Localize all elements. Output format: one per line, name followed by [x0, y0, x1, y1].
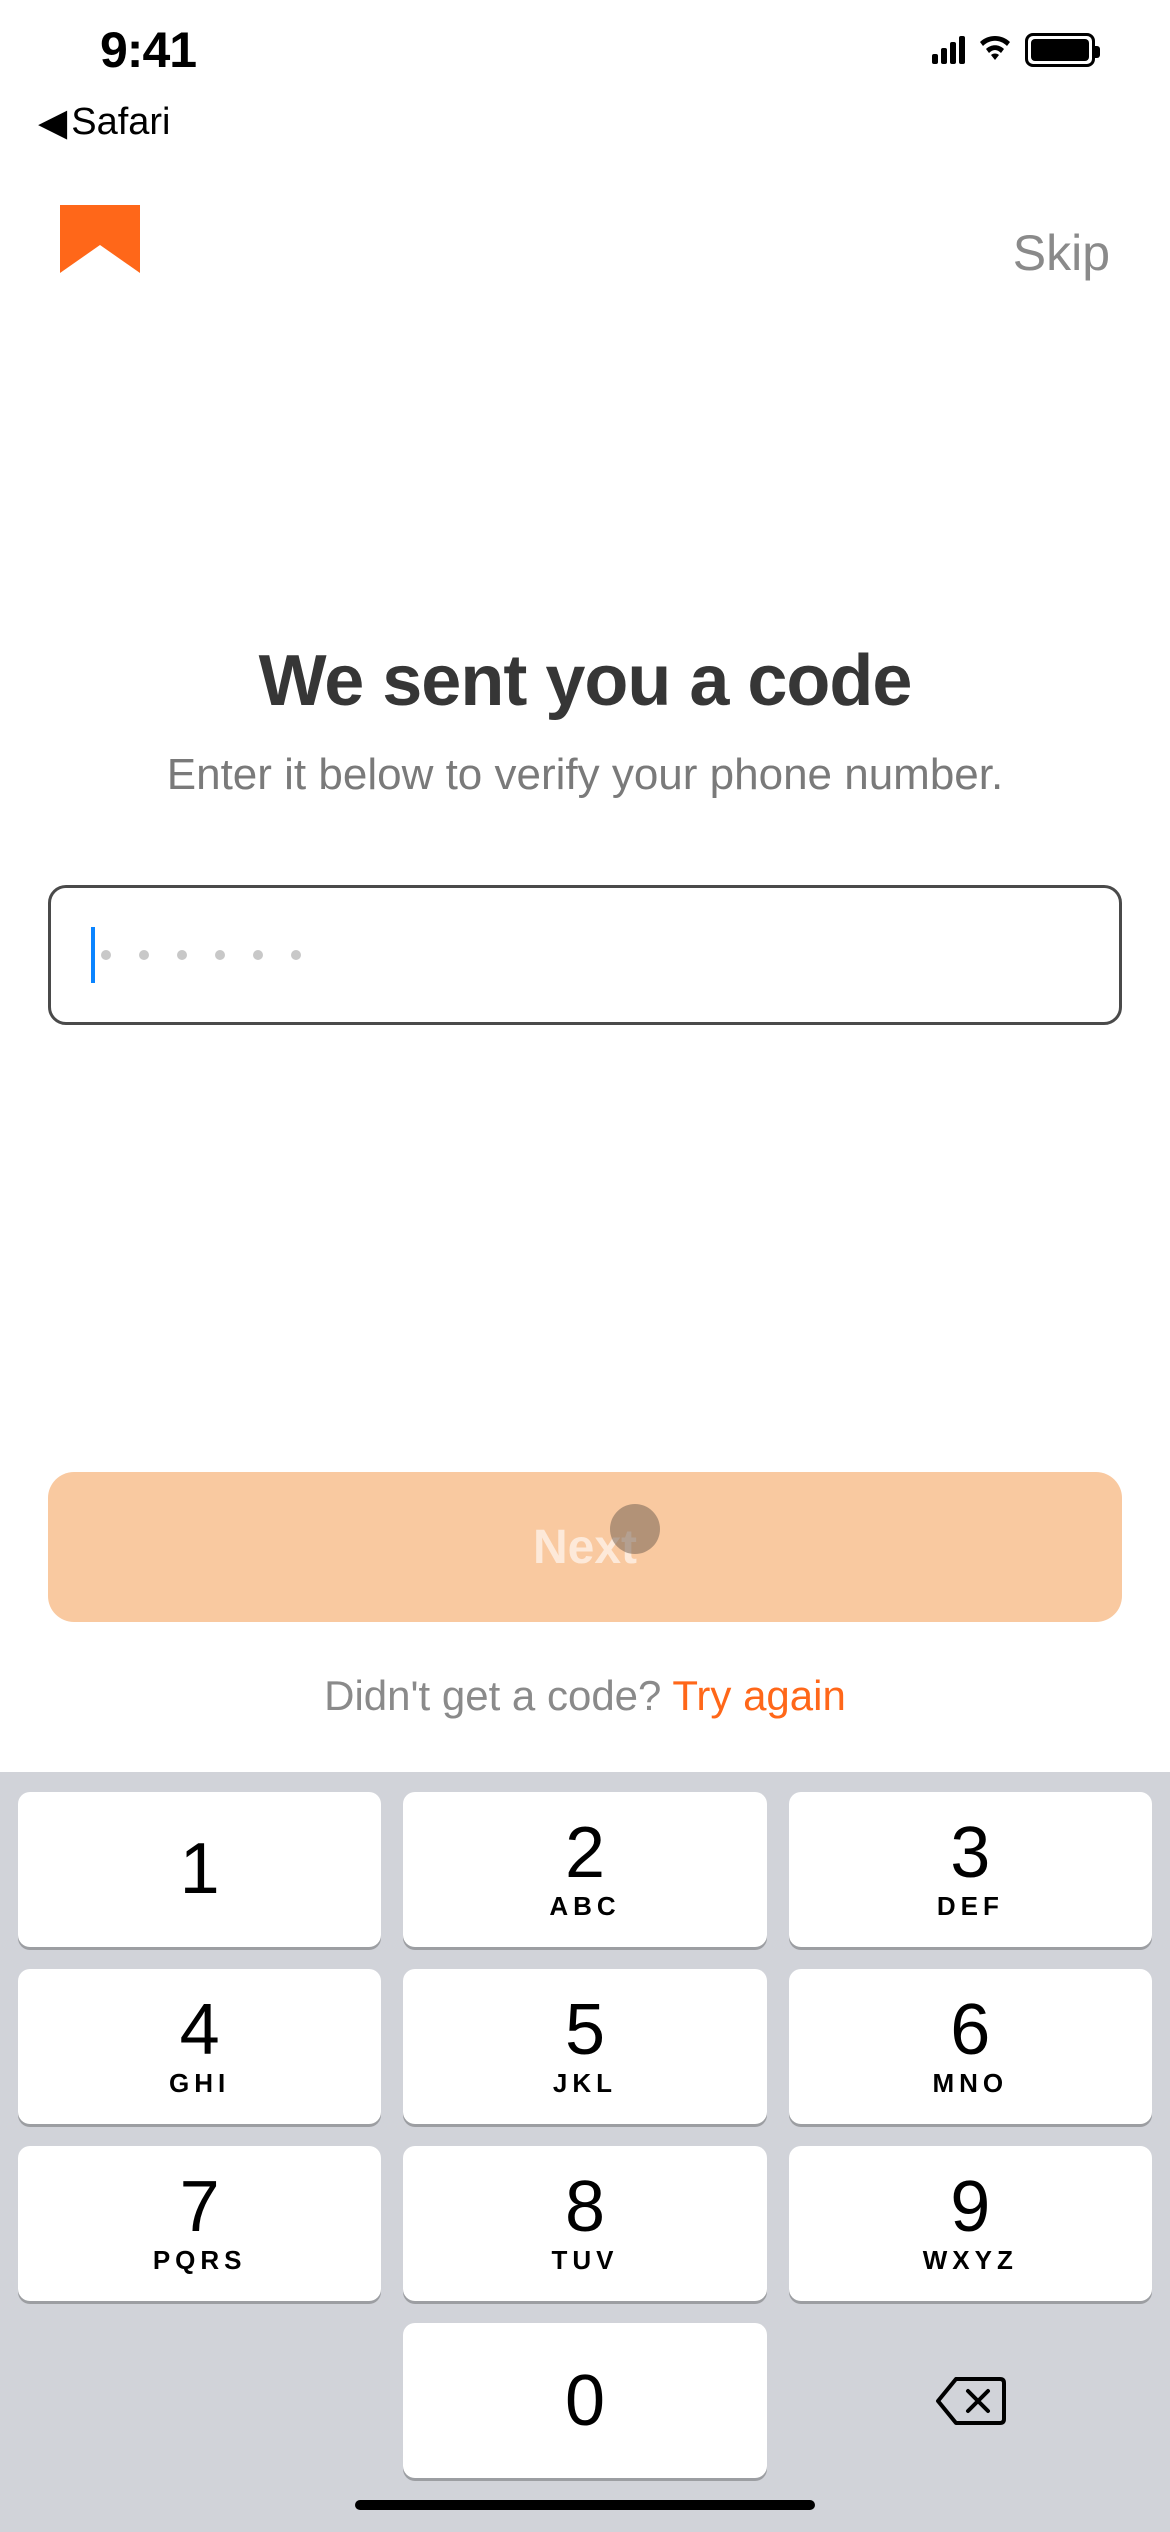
keypad-6[interactable]: 6MNO: [789, 1969, 1152, 2124]
touch-indicator-icon: [610, 1504, 660, 1554]
keypad-backspace[interactable]: [789, 2323, 1152, 2478]
keypad-digit: 2: [565, 1817, 605, 1889]
keypad-9[interactable]: 9WXYZ: [789, 2146, 1152, 2301]
back-to-app[interactable]: ◀ Safari: [0, 100, 1170, 145]
battery-icon: [1025, 33, 1095, 67]
keypad-letters: ABC: [549, 1891, 620, 1922]
back-app-label: Safari: [71, 101, 170, 144]
keypad-4[interactable]: 4GHI: [18, 1969, 381, 2124]
resend-row: Didn't get a code? Try again: [0, 1672, 1170, 1720]
keypad-letters: TUV: [551, 2245, 618, 2276]
status-icons: [932, 33, 1095, 67]
numeric-keypad: 1 2ABC 3DEF 4GHI 5JKL 6MNO 7PQRS 8TUV 9W…: [0, 1772, 1170, 2532]
keypad-2[interactable]: 2ABC: [403, 1792, 766, 1947]
keypad-digit: 1: [180, 1833, 220, 1905]
keypad-5[interactable]: 5JKL: [403, 1969, 766, 2124]
keypad-letters: GHI: [169, 2068, 230, 2099]
keypad-empty: [18, 2323, 381, 2478]
substack-logo-icon: [60, 205, 140, 300]
keypad-8[interactable]: 8TUV: [403, 2146, 766, 2301]
keypad-7[interactable]: 7PQRS: [18, 2146, 381, 2301]
keypad-letters: DEF: [937, 1891, 1004, 1922]
keypad-digit: 5: [565, 1994, 605, 2066]
page-subtitle: Enter it below to verify your phone numb…: [48, 750, 1122, 800]
next-button[interactable]: Next: [48, 1472, 1122, 1622]
keypad-letters: MNO: [932, 2068, 1008, 2099]
keypad-letters: JKL: [553, 2068, 617, 2099]
home-indicator[interactable]: [355, 2500, 815, 2510]
keypad-digit: 9: [950, 2171, 990, 2243]
keypad-3[interactable]: 3DEF: [789, 1792, 1152, 1947]
chevron-left-icon: ◀: [38, 100, 67, 145]
keypad-0[interactable]: 0: [403, 2323, 766, 2478]
keypad-1[interactable]: 1: [18, 1792, 381, 1947]
try-again-link[interactable]: Try again: [672, 1672, 846, 1719]
status-time: 9:41: [100, 21, 196, 79]
backspace-icon: [934, 2375, 1006, 2427]
keypad-digit: 7: [180, 2171, 220, 2243]
keypad-digit: 0: [565, 2365, 605, 2437]
keypad-digit: 6: [950, 1994, 990, 2066]
app-header: Skip: [0, 205, 1170, 300]
skip-button[interactable]: Skip: [1013, 224, 1110, 282]
keypad-letters: WXYZ: [923, 2245, 1018, 2276]
keypad-letters: PQRS: [153, 2245, 247, 2276]
code-input[interactable]: [48, 885, 1122, 1025]
keypad-digit: 8: [565, 2171, 605, 2243]
wifi-icon: [977, 36, 1013, 64]
status-bar: 9:41: [0, 0, 1170, 100]
resend-prompt: Didn't get a code?: [324, 1672, 672, 1719]
cellular-icon: [932, 36, 965, 64]
keypad-digit: 4: [180, 1994, 220, 2066]
main-content: We sent you a code Enter it below to ver…: [0, 640, 1170, 1025]
page-title: We sent you a code: [48, 640, 1122, 722]
keypad-digit: 3: [950, 1817, 990, 1889]
